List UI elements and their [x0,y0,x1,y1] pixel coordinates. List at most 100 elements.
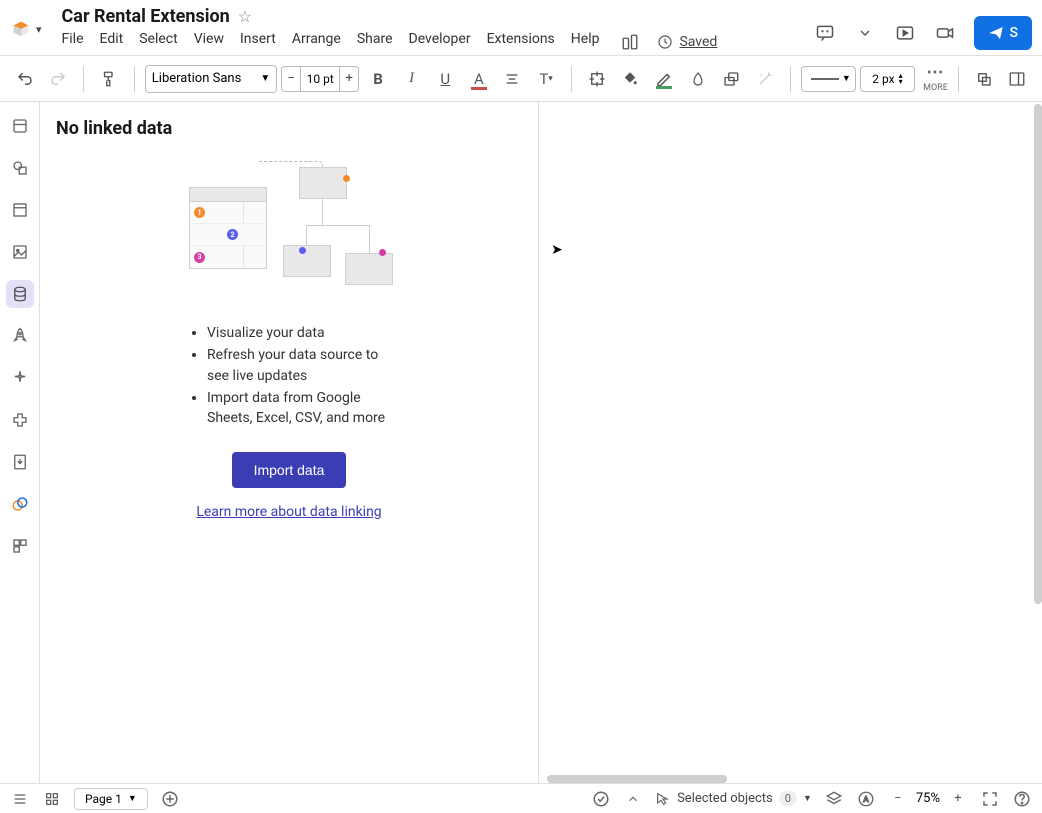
chevron-down-icon: ▼ [803,793,812,804]
divider [134,66,135,92]
align-button[interactable] [498,64,528,94]
main-area: No linked data 1 2 3 Vis [0,102,1042,783]
list-item: Import data from Google Sheets, Excel, C… [207,388,389,429]
expand-button[interactable] [582,64,612,94]
rail-containers-icon[interactable] [6,112,34,140]
canvas[interactable]: ➤ [539,102,1042,783]
logo-menu[interactable]: ▾ [10,6,42,40]
import-data-button[interactable]: Import data [232,452,347,488]
left-rail [0,102,40,783]
accessibility-icon[interactable]: A [856,789,876,809]
divider [790,66,791,92]
rail-frame-icon[interactable] [6,196,34,224]
share-button[interactable]: S [974,16,1032,50]
format-painter-button[interactable] [94,64,124,94]
line-color-button[interactable] [649,64,679,94]
text-options-button[interactable]: T▾ [531,64,561,94]
selected-objects-control[interactable]: Selected objects 0 ▼ [655,791,812,807]
menu-help[interactable]: Help [571,31,600,53]
add-page-button[interactable] [160,789,180,809]
comment-icon[interactable] [814,22,836,44]
rail-rocket-icon[interactable] [6,322,34,350]
layers-toggle-button[interactable] [969,64,999,94]
shape-style-button[interactable] [716,64,746,94]
list-item: Refresh your data source to see live upd… [207,345,389,386]
rail-cloud-icon[interactable] [6,490,34,518]
divider [958,66,959,92]
redo-button[interactable] [44,64,74,94]
list-item: Visualize your data [207,323,389,343]
chevron-down-icon: ▼ [260,73,270,84]
formatting-toolbar: Liberation Sans ▼ − 10 pt + B I U A T▾ ▼… [0,56,1042,102]
learn-more-link[interactable]: Learn more about data linking [196,504,381,520]
zoom-in-button[interactable]: + [948,789,968,809]
divider [571,66,572,92]
rail-image-icon[interactable] [6,238,34,266]
shape-fill-button[interactable] [683,64,713,94]
line-width-value: 2 px [872,72,894,86]
saved-label: Saved [679,34,717,50]
svg-text:A: A [863,795,869,805]
chevron-up-icon[interactable] [623,789,643,809]
rail-import-icon[interactable] [6,448,34,476]
menu-select[interactable]: Select [139,31,177,53]
font-size-value[interactable]: 10 pt [301,66,339,92]
camera-icon[interactable] [934,22,956,44]
rail-data-icon[interactable] [6,280,34,308]
share-button-label: S [1010,25,1018,41]
magic-button[interactable] [750,64,780,94]
page-tab[interactable]: Page 1 ▼ [74,788,148,810]
zoom-value[interactable]: 75% [916,791,940,806]
menu-edit[interactable]: Edit [100,31,124,53]
grid-view-icon[interactable] [42,789,62,809]
selected-count-badge: 0 [779,791,797,806]
zoom-control: − 75% + [888,789,968,809]
vertical-scrollbar-thumb[interactable] [1034,104,1042,604]
check-icon[interactable] [591,789,611,809]
horizontal-scrollbar[interactable] [547,775,727,783]
page-label: Page 1 [85,792,122,806]
menu-file[interactable]: File [62,31,84,53]
bold-button[interactable]: B [363,64,393,94]
font-family-select[interactable]: Liberation Sans ▼ [145,65,277,93]
chevron-down-icon: ▾ [36,23,42,36]
collab-icon[interactable] [619,31,641,53]
line-width-select[interactable]: 2 px ▴▾ [860,66,915,92]
play-icon[interactable] [894,22,916,44]
line-style-select[interactable]: ▼ [801,66,856,92]
menu-insert[interactable]: Insert [240,31,276,53]
font-color-button[interactable]: A [464,64,494,94]
font-size-increase[interactable]: + [339,66,359,92]
status-bar: Page 1 ▼ Selected objects 0 ▼ A − 75% + [0,783,1042,813]
rail-plugin-icon[interactable] [6,406,34,434]
menu-view[interactable]: View [194,31,224,53]
panel-toggle-button[interactable] [1002,64,1032,94]
rail-ai-icon[interactable] [6,364,34,392]
fullscreen-icon[interactable] [980,789,1000,809]
saved-status[interactable]: Saved [657,31,717,53]
rail-components-icon[interactable] [6,532,34,560]
list-view-icon[interactable] [10,789,30,809]
zoom-out-button[interactable]: − [888,789,908,809]
chevron-down-icon[interactable] [854,22,876,44]
italic-button[interactable]: I [397,64,427,94]
vertical-scrollbar-track[interactable] [1034,102,1042,783]
layers-icon[interactable] [824,789,844,809]
menu-share[interactable]: Share [357,31,393,53]
rail-shapes-icon[interactable] [6,154,34,182]
menu-extensions[interactable]: Extensions [487,31,555,53]
underline-button[interactable]: U [430,64,460,94]
fill-button[interactable] [615,64,645,94]
more-button[interactable]: ••• MORE [923,65,948,93]
undo-button[interactable] [10,64,40,94]
menu-developer[interactable]: Developer [409,31,471,53]
feature-list: Visualize your data Refresh your data so… [189,323,389,430]
star-icon[interactable]: ☆ [238,7,252,26]
menu-arrange[interactable]: Arrange [292,31,341,53]
menu-bar: File Edit Select View Insert Arrange Sha… [62,27,814,53]
panel-title: No linked data [56,118,522,139]
chevron-down-icon: ▼ [128,793,137,804]
font-size-decrease[interactable]: − [281,66,301,92]
document-title[interactable]: Car Rental Extension [62,6,230,27]
help-icon[interactable] [1012,789,1032,809]
